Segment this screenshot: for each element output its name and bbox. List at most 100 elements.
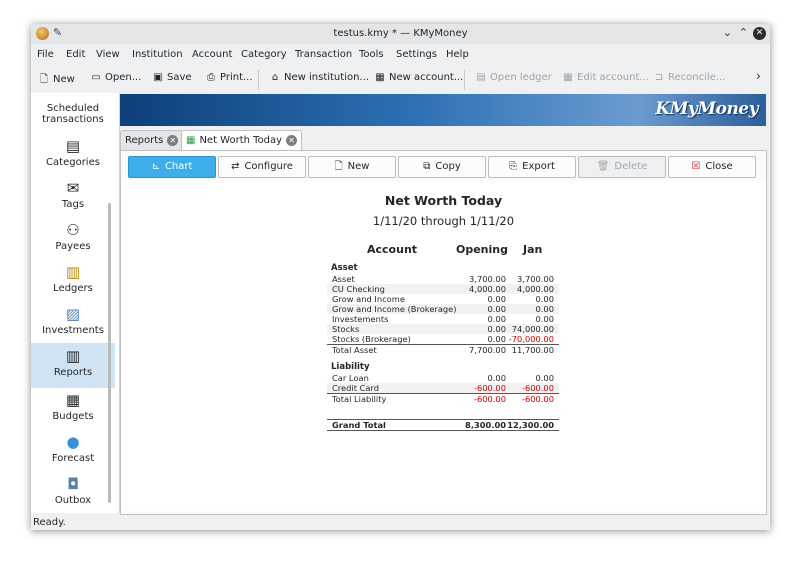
menu-help[interactable]: Help xyxy=(446,49,469,60)
trash-icon: 🗑 xyxy=(596,161,610,172)
print-button[interactable]: ⎙ Print... xyxy=(205,72,253,83)
table-row: Car Loan 0.00 0.00 xyxy=(332,373,554,383)
report-table-icon: ▦ xyxy=(186,135,196,146)
budgets-icon: ▦ xyxy=(65,391,81,409)
tag-icon: ✉ xyxy=(66,179,80,197)
close-tab-icon[interactable]: ✕ xyxy=(286,135,298,146)
window-title: testus.kmy * — KMyMoney xyxy=(333,28,468,39)
menu-file[interactable]: File xyxy=(37,49,54,60)
menu-edit[interactable]: Edit xyxy=(66,49,85,60)
table-row: Asset 3,700.00 3,700.00 xyxy=(332,274,554,284)
bank-icon: ⌂ xyxy=(271,72,279,83)
chevron-right-icon[interactable]: › xyxy=(756,69,761,83)
reconcile-button[interactable]: ⊐ Reconcile... xyxy=(653,72,726,83)
status-bar: Ready. xyxy=(33,517,66,528)
delete-button[interactable]: 🗑 Delete xyxy=(578,156,666,178)
copy-button[interactable]: ⧉ Copy xyxy=(398,156,486,178)
group-label-liability: Liability xyxy=(331,362,370,372)
close-report-button[interactable]: ☒ Close xyxy=(668,156,756,178)
table-row: Credit Card -600.00 -600.00 xyxy=(327,383,559,393)
export-icon: ⎘ xyxy=(509,161,518,172)
total-row-liability: Total Liability -600.00 -600.00 xyxy=(327,393,559,404)
kmymoney-banner: KMyMoney xyxy=(120,94,766,126)
report-date-range: 1/11/20 through 1/11/20 xyxy=(372,214,515,228)
table-row: Grow and Income 0.00 0.00 xyxy=(332,294,554,304)
configure-icon: ⇄ xyxy=(231,161,240,172)
sidebar-item-tags[interactable]: ✉ Tags xyxy=(31,179,115,210)
menu-transaction[interactable]: Transaction xyxy=(295,49,352,60)
new-account-button[interactable]: ▦ New account... xyxy=(374,72,463,83)
sidebar-item-budgets[interactable]: ▦ Budgets xyxy=(31,391,115,422)
menu-institution[interactable]: Institution xyxy=(132,49,183,60)
minimize-icon[interactable]: ⌄ xyxy=(723,26,732,39)
investments-icon: ▨ xyxy=(65,305,81,323)
menu-category[interactable]: Category xyxy=(241,49,287,60)
close-tab-icon[interactable]: ✕ xyxy=(167,135,179,146)
account-icon: ▦ xyxy=(375,72,385,83)
categories-icon: ▤ xyxy=(65,137,81,155)
table-row: CU Checking 4,000.00 4,000.00 xyxy=(327,284,559,294)
column-header-account: Account xyxy=(367,243,418,256)
new-report-button[interactable]: 🗋 New xyxy=(308,156,396,178)
table-row: Stocks (Brokerage) 0.00 -70,000.00 xyxy=(332,334,554,344)
main-toolbar: 🗋 New ▭ Open... ▣ Save ⎙ Print... ⌂ New insti… xyxy=(31,66,770,92)
toolbar-separator xyxy=(464,70,465,90)
sidebar-item-outbox[interactable]: ◘ Outbox xyxy=(31,475,115,506)
menu-view[interactable]: View xyxy=(96,49,120,60)
maximize-icon[interactable]: ⌃ xyxy=(739,26,748,39)
group-label-asset: Asset xyxy=(331,263,358,273)
report-view: Net Worth Today 1/11/20 through 1/11/20 … xyxy=(121,181,766,511)
save-icon: ▣ xyxy=(153,72,163,83)
report-tabs: Reports ✕ ▦ Net Worth Today ✕ xyxy=(120,130,766,151)
payees-icon: ⚇ xyxy=(66,221,80,239)
sidebar-scrollbar[interactable] xyxy=(108,203,111,503)
chart-button[interactable]: ⊾ Chart xyxy=(128,156,216,178)
title-bar: ✎ testus.kmy * — KMyMoney ⌄ ⌃ ✕ xyxy=(31,24,770,44)
sidebar-item-payees[interactable]: ⚇ Payees xyxy=(31,221,115,252)
column-header-opening: Opening xyxy=(456,243,508,256)
tab-net-worth-today[interactable]: ▦ Net Worth Today ✕ xyxy=(181,130,303,151)
configure-button[interactable]: ⇄ Configure xyxy=(218,156,306,178)
sidebar-item-ledgers[interactable]: ▥ Ledgers xyxy=(31,263,115,294)
new-institution-button[interactable]: ⌂ New institution... xyxy=(269,72,369,83)
export-button[interactable]: ⎘ Export xyxy=(488,156,576,178)
crystal-ball-icon: ● xyxy=(66,433,80,451)
chart-icon: ⊾ xyxy=(151,161,160,172)
column-header-jan: Jan xyxy=(523,243,543,256)
tab-reports[interactable]: Reports ✕ xyxy=(120,130,184,150)
open-ledger-button[interactable]: ▤ Open ledger xyxy=(475,72,552,83)
close-icon[interactable]: ✕ xyxy=(753,27,766,40)
copy-icon: ⧉ xyxy=(423,161,431,172)
edit-account-button[interactable]: ▦ Edit account... xyxy=(562,72,649,83)
menu-account[interactable]: Account xyxy=(192,49,232,60)
sidebar-item-reports[interactable]: ▥ Reports xyxy=(31,343,115,388)
main-window: ✎ testus.kmy * — KMyMoney ⌄ ⌃ ✕ File Edi… xyxy=(31,24,770,530)
ledger-icon: ▤ xyxy=(476,72,486,83)
menu-bar: File Edit View Institution Account Categ… xyxy=(31,46,770,64)
save-button[interactable]: ▣ Save xyxy=(152,72,191,83)
sidebar-item-categories[interactable]: ▤ Categories xyxy=(31,137,115,168)
close-report-icon: ☒ xyxy=(691,161,701,172)
ledger-icon: ▥ xyxy=(65,263,81,281)
menu-tools[interactable]: Tools xyxy=(359,49,384,60)
sidebar-item-forecast[interactable]: ● Forecast xyxy=(31,433,115,464)
new-file-button[interactable]: 🗋 New xyxy=(38,72,75,89)
total-row-asset: Total Asset 7,700.00 11,700.00 xyxy=(327,344,559,355)
reconcile-icon: ⊐ xyxy=(654,72,664,83)
reports-icon: ▥ xyxy=(65,347,81,365)
menu-settings[interactable]: Settings xyxy=(396,49,437,60)
outbox-icon: ◘ xyxy=(67,475,79,493)
new-file-icon: 🗋 xyxy=(39,74,49,85)
open-file-button[interactable]: ▭ Open... xyxy=(90,72,141,83)
new-report-icon: 🗋 xyxy=(334,161,343,172)
kmymoney-logo: KMyMoney xyxy=(655,99,758,119)
folder-icon: ▭ xyxy=(91,72,101,83)
grand-total-row: Grand Total 8,300.00 12,300.00 xyxy=(327,419,559,431)
report-panel: ⊾ Chart ⇄ Configure 🗋 New ⧉ Copy ⎘ Export 🗑 De… xyxy=(120,150,767,515)
printer-icon: ⎙ xyxy=(207,72,215,83)
toolbar-separator xyxy=(258,70,259,90)
sidebar-item-investments[interactable]: ▨ Investments xyxy=(31,305,115,336)
sidebar-item-scheduled-transactions[interactable]: Scheduled transactions xyxy=(31,103,115,125)
edit-account-icon: ▦ xyxy=(563,72,573,83)
table-row: Grow and Income (Brokerage) 0.00 0.00 xyxy=(327,304,559,314)
